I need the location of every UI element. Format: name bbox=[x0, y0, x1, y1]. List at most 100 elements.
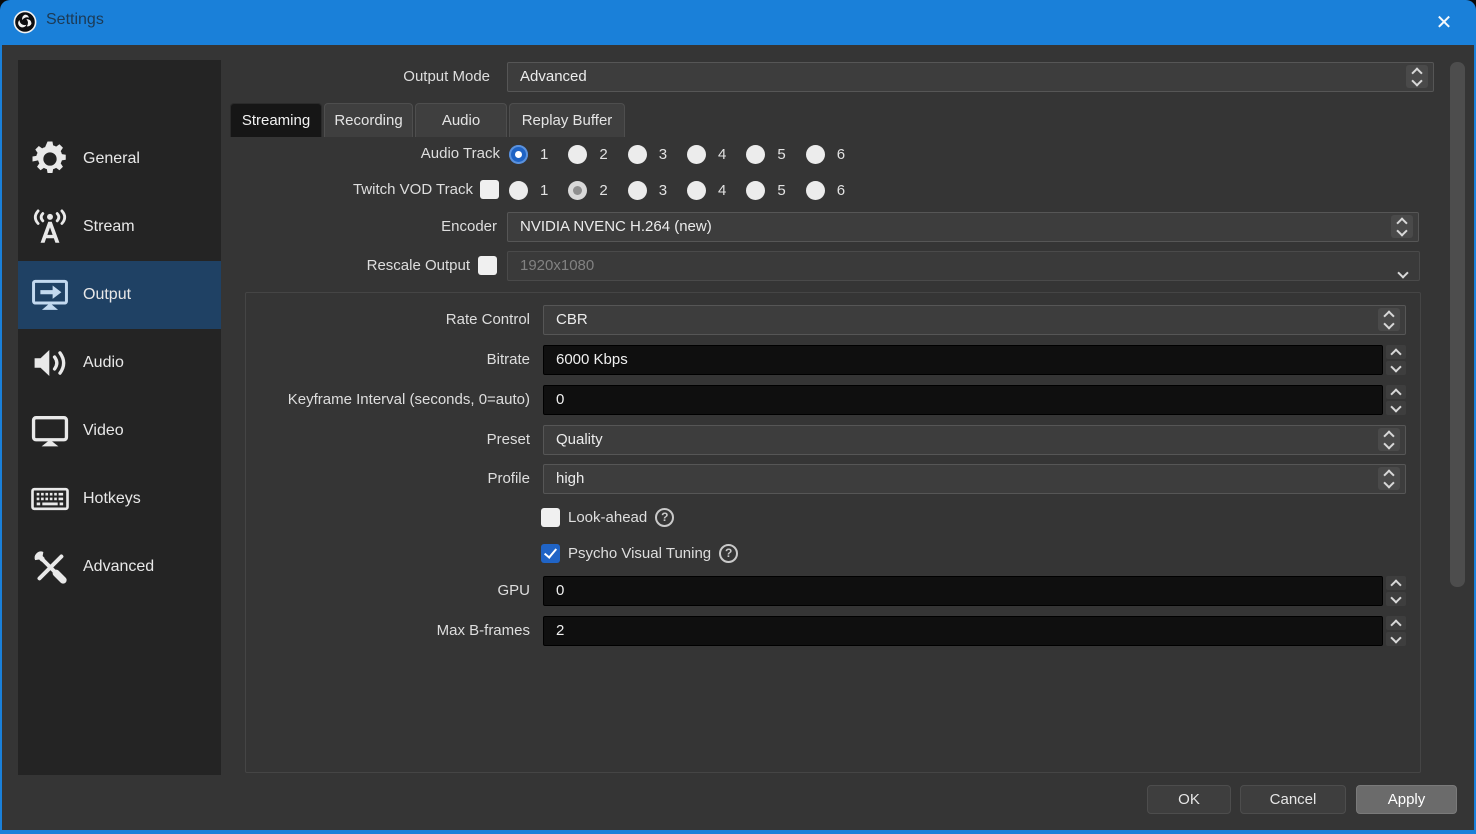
radio-track-1[interactable] bbox=[509, 145, 528, 164]
radio-track-5[interactable] bbox=[746, 145, 765, 164]
profile-label: Profile bbox=[230, 469, 530, 489]
help-icon[interactable]: ? bbox=[655, 508, 674, 527]
radio-label: 1 bbox=[540, 182, 548, 199]
rescale-output-checkbox[interactable] bbox=[478, 256, 497, 275]
sidebar-item-label: Hotkeys bbox=[83, 490, 141, 508]
radio-track-1[interactable] bbox=[509, 181, 528, 200]
settings-window: Settings ✕ General Stream bbox=[0, 0, 1476, 834]
tab-label: Replay Buffer bbox=[522, 112, 613, 129]
radio-track-5[interactable] bbox=[746, 181, 765, 200]
sidebar-item-label: Stream bbox=[83, 218, 135, 236]
rescale-resolution-combobox[interactable]: 1920x1080 bbox=[507, 251, 1420, 281]
combo-spinner[interactable] bbox=[1378, 308, 1400, 331]
window-title: Settings bbox=[46, 11, 104, 29]
radio-label: 5 bbox=[777, 146, 785, 163]
gpu-label: GPU bbox=[230, 581, 530, 601]
bitrate-value: 6000 Kbps bbox=[556, 351, 628, 368]
twitch-vod-label: Twitch VOD Track bbox=[273, 180, 473, 200]
tab-replay-buffer[interactable]: Replay Buffer bbox=[509, 103, 625, 137]
sidebar-item-output[interactable]: Output bbox=[18, 261, 221, 329]
rate-control-combobox[interactable]: CBR bbox=[543, 305, 1406, 335]
display-icon bbox=[26, 407, 74, 455]
combo-spinner[interactable] bbox=[1391, 215, 1413, 238]
sidebar-item-general[interactable]: General bbox=[18, 125, 221, 193]
help-icon[interactable]: ? bbox=[719, 544, 738, 563]
gpu-input[interactable]: 0 bbox=[543, 576, 1383, 606]
spin-up-icon[interactable] bbox=[1386, 616, 1406, 630]
sidebar-item-audio[interactable]: Audio bbox=[18, 329, 221, 397]
preset-value: Quality bbox=[556, 431, 603, 448]
antenna-icon bbox=[26, 203, 74, 251]
radio-track-3[interactable] bbox=[628, 145, 647, 164]
sidebar-item-advanced[interactable]: Advanced bbox=[18, 533, 221, 601]
radio-track-2[interactable] bbox=[568, 181, 587, 200]
radio-track-3[interactable] bbox=[628, 181, 647, 200]
radio-label: 2 bbox=[599, 182, 607, 199]
bitrate-input[interactable]: 6000 Kbps bbox=[543, 345, 1383, 375]
combo-spinner[interactable] bbox=[1378, 428, 1400, 451]
radio-label: 6 bbox=[837, 146, 845, 163]
ok-button[interactable]: OK bbox=[1147, 785, 1231, 814]
tools-icon bbox=[26, 543, 74, 591]
speaker-icon bbox=[26, 339, 74, 387]
profile-combobox[interactable]: high bbox=[543, 464, 1406, 494]
spin-down-icon[interactable] bbox=[1386, 361, 1406, 375]
output-mode-combobox[interactable]: Advanced bbox=[507, 62, 1434, 92]
radio-label: 3 bbox=[659, 182, 667, 199]
max-bframes-input[interactable]: 2 bbox=[543, 616, 1383, 646]
vertical-scrollbar[interactable] bbox=[1450, 62, 1465, 587]
twitch-vod-checkbox[interactable] bbox=[480, 180, 499, 199]
radio-track-6[interactable] bbox=[806, 181, 825, 200]
gpu-spin-buttons bbox=[1386, 576, 1406, 606]
gear-icon bbox=[26, 135, 74, 183]
sidebar-item-label: Advanced bbox=[83, 558, 154, 576]
obs-logo-icon bbox=[13, 10, 37, 34]
rescale-resolution-value: 1920x1080 bbox=[520, 257, 594, 274]
tab-audio[interactable]: Audio bbox=[415, 103, 507, 137]
twitch-vod-radios: 1 2 3 4 5 6 bbox=[509, 180, 865, 200]
title-bar: Settings ✕ bbox=[0, 0, 1476, 45]
tab-label: Streaming bbox=[242, 112, 310, 129]
cancel-button[interactable]: Cancel bbox=[1240, 785, 1346, 814]
spin-up-icon[interactable] bbox=[1386, 385, 1406, 399]
radio-label: 6 bbox=[837, 182, 845, 199]
output-tabs: Streaming Recording Audio Replay Buffer bbox=[230, 103, 625, 137]
keyframe-interval-value: 0 bbox=[556, 391, 564, 408]
radio-track-6[interactable] bbox=[806, 145, 825, 164]
psycho-visual-tuning-checkbox[interactable] bbox=[541, 544, 560, 563]
tab-recording[interactable]: Recording bbox=[324, 103, 413, 137]
radio-track-4[interactable] bbox=[687, 145, 706, 164]
radio-label: 3 bbox=[659, 146, 667, 163]
radio-label: 1 bbox=[540, 146, 548, 163]
apply-button[interactable]: Apply bbox=[1356, 785, 1457, 814]
radio-label: 5 bbox=[777, 182, 785, 199]
close-icon[interactable]: ✕ bbox=[1424, 6, 1464, 38]
combo-spinner[interactable] bbox=[1406, 65, 1428, 88]
sidebar-item-label: Audio bbox=[83, 354, 124, 372]
sidebar-item-hotkeys[interactable]: Hotkeys bbox=[18, 465, 221, 533]
look-ahead-checkbox[interactable] bbox=[541, 508, 560, 527]
radio-track-4[interactable] bbox=[687, 181, 706, 200]
encoder-combobox[interactable]: NVIDIA NVENC H.264 (new) bbox=[507, 212, 1419, 242]
sidebar-item-stream[interactable]: Stream bbox=[18, 193, 221, 261]
psycho-visual-tuning-label: Psycho Visual Tuning bbox=[568, 545, 711, 562]
radio-track-2[interactable] bbox=[568, 145, 587, 164]
look-ahead-row: Look-ahead ? bbox=[541, 507, 674, 527]
spin-down-icon[interactable] bbox=[1386, 592, 1406, 606]
audio-track-radios: 123456 bbox=[509, 144, 865, 164]
sidebar-item-label: General bbox=[83, 150, 140, 168]
combo-spinner[interactable] bbox=[1378, 467, 1400, 490]
sidebar-item-video[interactable]: Video bbox=[18, 397, 221, 465]
keyframe-spin-buttons bbox=[1386, 385, 1406, 415]
preset-combobox[interactable]: Quality bbox=[543, 425, 1406, 455]
radio-label: 4 bbox=[718, 182, 726, 199]
spin-up-icon[interactable] bbox=[1386, 345, 1406, 359]
dropdown-arrow-icon bbox=[1399, 261, 1407, 289]
tab-streaming[interactable]: Streaming bbox=[230, 103, 322, 137]
spin-down-icon[interactable] bbox=[1386, 632, 1406, 646]
rate-control-value: CBR bbox=[556, 311, 588, 328]
keyframe-interval-input[interactable]: 0 bbox=[543, 385, 1383, 415]
spin-up-icon[interactable] bbox=[1386, 576, 1406, 590]
spin-down-icon[interactable] bbox=[1386, 401, 1406, 415]
radio-label: 4 bbox=[718, 146, 726, 163]
